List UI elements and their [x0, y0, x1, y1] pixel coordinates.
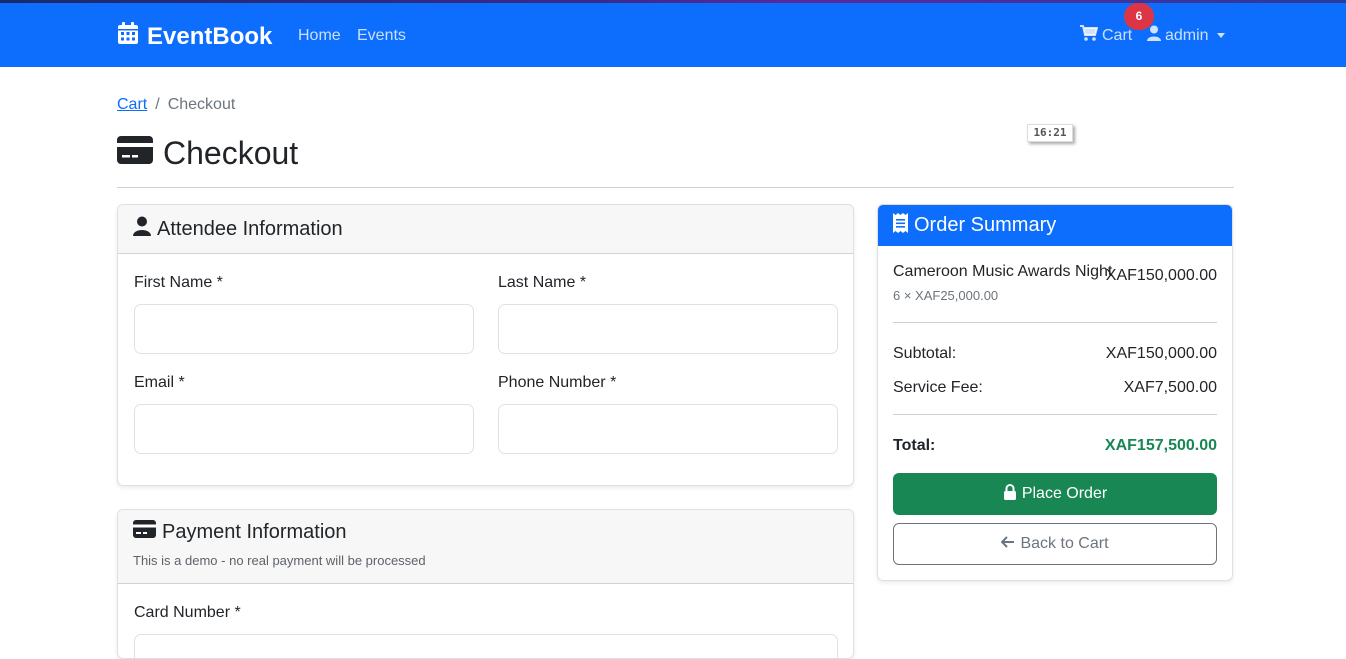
total-label: Total:	[893, 437, 936, 454]
service-fee-value: XAF7,500.00	[1123, 379, 1217, 396]
place-order-button[interactable]: Place Order	[893, 473, 1217, 515]
page-title: Checkout	[117, 135, 298, 172]
payment-title: Payment Information	[133, 520, 838, 544]
brand-link[interactable]: EventBook	[117, 21, 272, 52]
back-to-cart-label: Back to Cart	[1020, 535, 1109, 552]
calendar-icon	[117, 21, 147, 52]
user-icon	[133, 216, 157, 242]
item-total: XAF150,000.00	[1105, 267, 1217, 284]
first-name-label: First Name *	[134, 274, 223, 291]
email-label: Email *	[134, 374, 185, 391]
back-to-cart-button[interactable]: Back to Cart	[893, 523, 1217, 565]
order-summary-card: Order Summary Cameroon Music Awards Nigh…	[877, 204, 1233, 581]
last-name-label: Last Name *	[498, 274, 587, 291]
summary-divider	[893, 322, 1217, 323]
subtotal-row: Subtotal: XAF150,000.00	[893, 345, 1217, 363]
attendee-card-header: Attendee Information	[118, 205, 853, 254]
navbar: EventBook Home Events Cart 6 admin	[0, 3, 1346, 67]
breadcrumb-current: Checkout	[167, 96, 236, 113]
item-detail: 6 × XAF25,000.00	[893, 288, 999, 303]
credit-card-icon	[133, 520, 162, 544]
place-order-label: Place Order	[1021, 485, 1108, 502]
brand-name: EventBook	[147, 22, 273, 50]
card-number-input[interactable]	[134, 634, 838, 658]
user-dropdown[interactable]: admin	[1147, 25, 1225, 46]
subtotal-value: XAF150,000.00	[1105, 345, 1217, 362]
nav-home-link[interactable]: Home	[298, 27, 341, 45]
breadcrumb: Cart / Checkout	[117, 96, 235, 114]
page-title-text: Checkout	[163, 135, 299, 171]
lock-icon	[1003, 483, 1022, 505]
attendee-title: Attendee Information	[133, 216, 838, 242]
nav-events-link[interactable]: Events	[357, 27, 406, 45]
last-name-input[interactable]	[498, 304, 838, 354]
user-name: admin	[1165, 26, 1209, 44]
breadcrumb-separator: /	[155, 96, 160, 113]
credit-card-icon	[117, 135, 163, 172]
total-value: XAF157,500.00	[1104, 437, 1217, 454]
order-summary-title: Order Summary	[914, 214, 1057, 236]
service-fee-label: Service Fee:	[893, 379, 983, 396]
attendee-card: Attendee Information First Name * Last N…	[117, 204, 854, 486]
cart-link[interactable]: Cart	[1080, 25, 1132, 46]
arrow-left-icon	[1001, 535, 1020, 553]
total-row: Total: XAF157,500.00	[893, 437, 1217, 455]
order-summary-header: Order Summary	[878, 205, 1232, 246]
phone-label: Phone Number *	[498, 374, 617, 391]
payment-demo-note: This is a demo - no real payment will be…	[133, 553, 426, 568]
caret-down-icon	[1216, 33, 1225, 38]
email-input[interactable]	[134, 404, 474, 454]
service-fee-row: Service Fee: XAF7,500.00	[893, 379, 1217, 397]
payment-card-header: Payment Information This is a demo - no …	[118, 510, 853, 584]
first-name-input[interactable]	[134, 304, 474, 354]
item-name: Cameroon Music Awards Night	[893, 263, 1113, 280]
payment-title-text: Payment Information	[162, 520, 347, 543]
card-number-label: Card Number *	[134, 604, 241, 621]
user-icon	[1147, 25, 1165, 46]
summary-divider	[893, 414, 1217, 415]
receipt-icon	[893, 212, 914, 239]
breadcrumb-cart-link[interactable]: Cart	[117, 96, 147, 114]
divider	[117, 187, 1234, 188]
payment-card: Payment Information This is a demo - no …	[117, 509, 854, 659]
cart-label: Cart	[1102, 26, 1133, 44]
attendee-title-text: Attendee Information	[157, 217, 343, 240]
cart-icon	[1080, 25, 1102, 46]
time-chip: 16:21	[1027, 124, 1073, 142]
subtotal-label: Subtotal:	[893, 345, 957, 362]
phone-input[interactable]	[498, 404, 838, 454]
